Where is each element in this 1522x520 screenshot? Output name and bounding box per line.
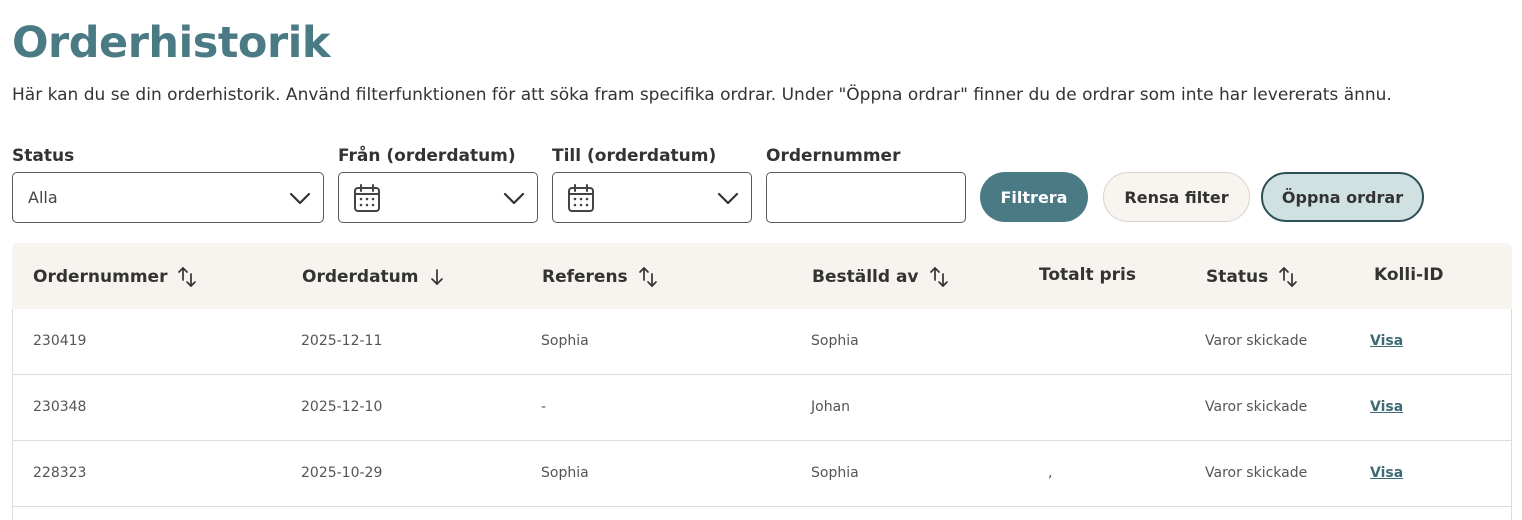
cell-order-date: 2025-12-11: [301, 333, 383, 349]
cell-order-date: 2025-12-10: [301, 399, 383, 415]
column-header-status[interactable]: Status: [1206, 265, 1298, 289]
open-orders-button[interactable]: Öppna ordrar: [1261, 172, 1424, 222]
status-filter-label: Status: [12, 146, 75, 166]
column-header-label: Kolli-ID: [1374, 265, 1444, 285]
cell-ordered-by: Johan: [811, 399, 851, 415]
to-date-picker[interactable]: [552, 172, 752, 223]
to-date-label: Till (orderdatum): [552, 146, 717, 166]
sort-both-icon[interactable]: [1278, 265, 1298, 289]
status-select[interactable]: Alla: [12, 172, 324, 223]
chevron-down-icon: [503, 192, 525, 205]
order-history-table: Ordernummer Orderdatum Referens Beställd…: [12, 243, 1512, 520]
cell-status: Varor skickade: [1205, 333, 1308, 349]
cell-order-number: 230419: [33, 333, 87, 349]
cell-reference: Sophia: [541, 465, 589, 481]
table-row: 228323 2025-10-29 Sophia Sophia , Varor …: [12, 441, 1512, 507]
order-number-input[interactable]: [766, 172, 966, 223]
from-date-label: Från (orderdatum): [338, 146, 516, 166]
table-row: [12, 507, 1512, 520]
calendar-icon: [568, 184, 594, 212]
cell-ordered-by: Sophia: [811, 465, 859, 481]
table-row: 230348 2025-12-10 - Johan Varor skickade…: [12, 375, 1512, 441]
column-header-total-price: Totalt pris: [1039, 265, 1136, 285]
filter-button[interactable]: Filtrera: [980, 172, 1088, 222]
sort-both-icon[interactable]: [177, 265, 197, 289]
calendar-icon: [354, 184, 380, 212]
sort-both-icon[interactable]: [929, 265, 949, 289]
cell-reference: Sophia: [541, 333, 589, 349]
column-header-order-date[interactable]: Orderdatum: [302, 265, 445, 289]
view-kolli-link[interactable]: Visa: [1370, 399, 1403, 415]
status-select-value: Alla: [28, 188, 58, 207]
column-header-ordered-by[interactable]: Beställd av: [812, 265, 949, 289]
cell-ordered-by: Sophia: [811, 333, 859, 349]
table-header: Ordernummer Orderdatum Referens Beställd…: [12, 243, 1512, 309]
cell-reference: -: [541, 399, 547, 415]
cell-total-price: ,: [1048, 465, 1053, 481]
cell-status: Varor skickade: [1205, 465, 1308, 481]
chevron-down-icon: [289, 192, 311, 205]
table-row: 230419 2025-12-11 Sophia Sophia Varor sk…: [12, 309, 1512, 375]
column-header-kolli-id: Kolli-ID: [1374, 265, 1444, 285]
sort-desc-icon[interactable]: [429, 265, 445, 289]
column-header-order-number[interactable]: Ordernummer: [33, 265, 197, 289]
from-date-picker[interactable]: [338, 172, 538, 223]
column-header-label: Ordernummer: [33, 267, 168, 287]
view-kolli-link[interactable]: Visa: [1370, 465, 1403, 481]
column-header-label: Beställd av: [812, 267, 919, 287]
clear-filter-button[interactable]: Rensa filter: [1103, 172, 1250, 222]
page-title: Orderhistorik: [12, 18, 331, 68]
column-header-label: Status: [1206, 267, 1269, 287]
cell-order-date: 2025-10-29: [301, 465, 383, 481]
column-header-label: Totalt pris: [1039, 265, 1136, 285]
order-number-label: Ordernummer: [766, 146, 901, 166]
sort-both-icon[interactable]: [638, 265, 658, 289]
cell-order-number: 230348: [33, 399, 87, 415]
column-header-label: Referens: [542, 267, 628, 287]
cell-status: Varor skickade: [1205, 399, 1308, 415]
page-intro: Här kan du se din orderhistorik. Använd …: [12, 85, 1392, 105]
chevron-down-icon: [717, 192, 739, 205]
column-header-label: Orderdatum: [302, 267, 419, 287]
cell-order-number: 228323: [33, 465, 87, 481]
column-header-reference[interactable]: Referens: [542, 265, 658, 289]
view-kolli-link[interactable]: Visa: [1370, 333, 1403, 349]
